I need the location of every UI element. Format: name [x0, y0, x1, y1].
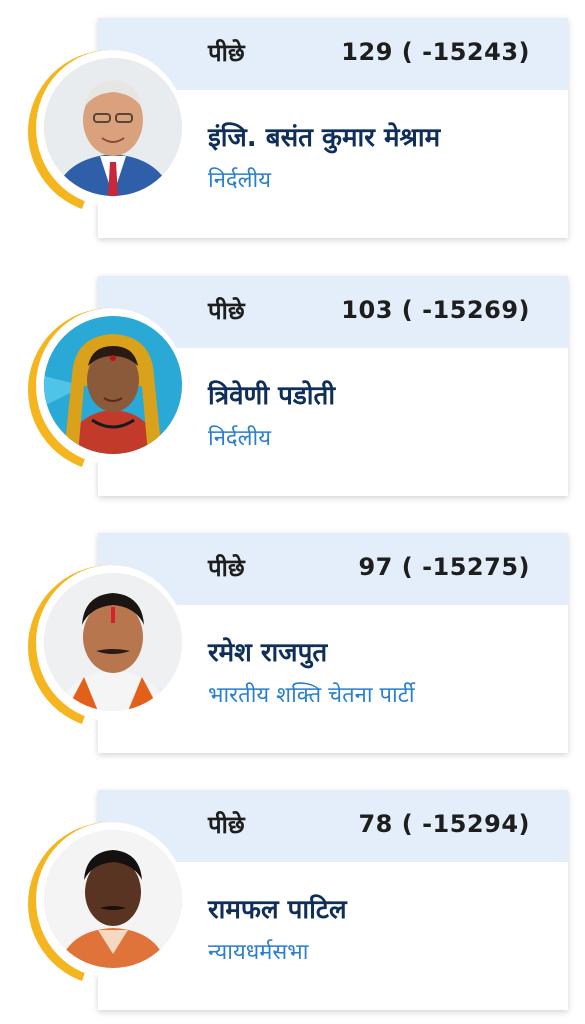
party-name: निर्दलीय — [208, 168, 271, 193]
candidate-name: इंजि. बसंत कुमार मेश्राम — [208, 123, 441, 153]
vote-count: 103 ( -15269) — [341, 296, 530, 324]
vote-count: 78 ( -15294) — [358, 810, 530, 838]
person-photo-icon — [44, 573, 182, 711]
candidate-avatar[interactable] — [28, 822, 192, 986]
party-name: भारतीय शक्ति चेतना पार्टी — [208, 683, 415, 708]
candidate-list: पीछे 129 ( -15243) इंजि. बसंत कुमार मेश्… — [0, 0, 585, 1024]
candidate-avatar[interactable] — [28, 308, 192, 472]
party-name: निर्दलीय — [208, 426, 271, 451]
person-photo-icon — [44, 830, 182, 968]
person-photo-icon — [44, 316, 182, 454]
trail-status: पीछे — [208, 811, 245, 839]
trail-status: पीछे — [208, 39, 245, 67]
candidate-avatar[interactable] — [28, 565, 192, 729]
vote-count: 129 ( -15243) — [341, 38, 530, 66]
candidate-name: रमेश राजपुत — [208, 638, 328, 668]
candidate-avatar[interactable] — [28, 50, 192, 214]
person-photo-icon — [44, 58, 182, 196]
trail-status: पीछे — [208, 554, 245, 582]
vote-count: 97 ( -15275) — [358, 553, 530, 581]
candidate-name: रामफल पाटिल — [208, 895, 347, 925]
party-name: न्यायधर्मसभा — [208, 940, 309, 965]
candidate-name: त्रिवेणी पडोती — [208, 381, 336, 411]
trail-status: पीछे — [208, 297, 245, 325]
